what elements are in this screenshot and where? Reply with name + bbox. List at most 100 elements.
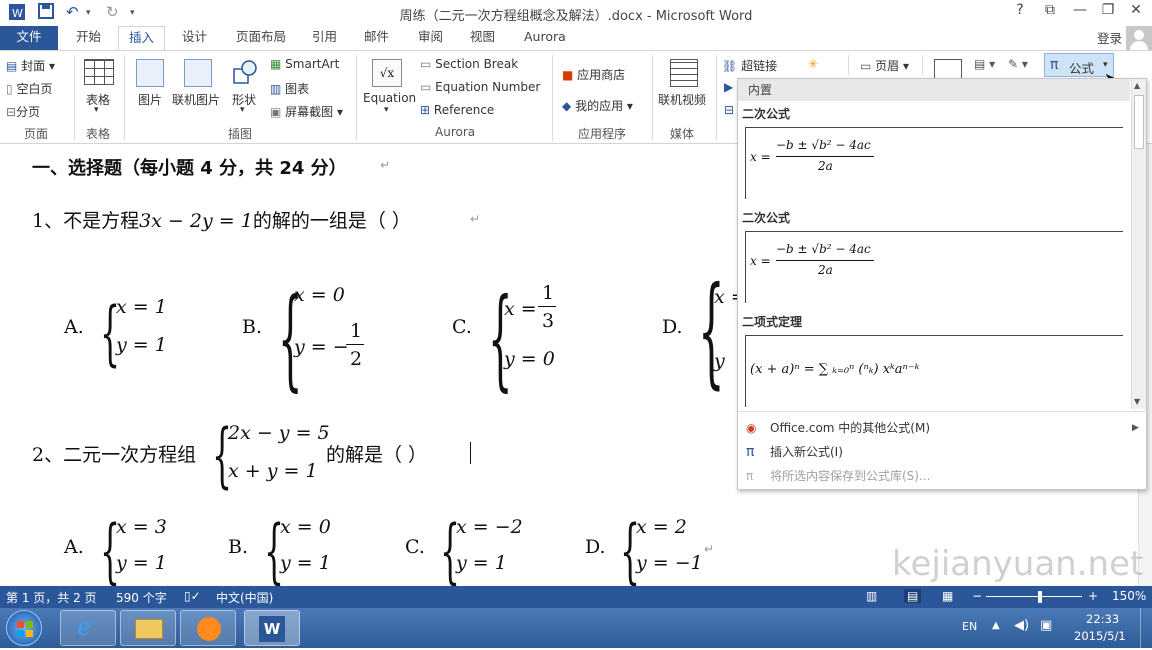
ribbon-tabs: 文件 开始 插入 设计 页面布局 引用 邮件 审阅 视图 Aurora 登录 — [0, 26, 1152, 52]
tab-references[interactable]: 引用 — [302, 26, 347, 50]
eq-numerator: −b ± √b² − 4ac — [776, 138, 871, 152]
tab-home[interactable]: 开始 — [66, 26, 111, 50]
language-indicator[interactable]: 中文(中国) — [216, 589, 273, 606]
zoom-out-button[interactable]: − — [972, 589, 982, 603]
q2-line1: 2x − y = 5 — [228, 422, 330, 444]
windows-logo-icon — [17, 621, 33, 637]
menu-insert-new-equation[interactable]: π 插入新公式(I) — [738, 441, 1146, 463]
quick-parts-icon[interactable]: ▤ ▾ — [974, 57, 995, 71]
smartart-button[interactable]: ▦ SmartArt — [270, 57, 339, 71]
online-picture-button[interactable]: 联机图片 — [172, 91, 220, 108]
zoom-in-button[interactable]: + — [1088, 589, 1098, 603]
taskbar-ie[interactable]: e — [60, 610, 116, 646]
input-language[interactable]: EN — [962, 620, 977, 633]
q1-suffix: 的解的一组是（ ） — [252, 210, 411, 232]
group-divider — [74, 55, 75, 141]
scroll-thumb[interactable] — [1134, 95, 1144, 149]
gallery-item-quadratic-2[interactable]: x = −b ± √b² − 4ac 2a — [745, 231, 1123, 303]
tab-review[interactable]: 审阅 — [408, 26, 453, 50]
header-button[interactable]: ▭ 页眉 ▾ — [860, 57, 909, 74]
gallery-item-title: 二项式定理 — [742, 315, 803, 329]
shapes-icon — [232, 59, 258, 85]
ribbon-display-button[interactable]: ⧉ — [1036, 2, 1064, 22]
q1-prefix: 1、不是方程 — [32, 210, 140, 232]
tab-aurora[interactable]: Aurora — [514, 26, 576, 50]
equation-number-icon: ▭ — [420, 80, 432, 94]
tab-insert[interactable]: 插入 — [118, 26, 166, 50]
equation-dropdown-icon: ▾ — [384, 105, 389, 115]
comment-icon[interactable]: ✳ — [808, 57, 818, 71]
zoom-slider-track[interactable] — [986, 596, 1082, 597]
page-count[interactable]: 第 1 页，共 2 页 — [6, 589, 97, 606]
page-break-button[interactable]: ⊟分页 — [6, 103, 40, 120]
gallery-item-title: 二次公式 — [742, 107, 791, 121]
reference-button[interactable]: ⊞ Reference — [420, 103, 494, 117]
group-divider — [922, 55, 923, 75]
tray-expand-icon[interactable]: ▲ — [992, 620, 1000, 631]
chart-button[interactable]: ▥ 图表 — [270, 80, 309, 97]
cover-page-button[interactable]: ▤ 封面 ▾ — [6, 57, 55, 74]
app-store-button[interactable]: ■ 应用商店 — [562, 66, 625, 83]
taskbar-word[interactable]: W — [244, 610, 300, 646]
section-heading: 一、选择题（每小题 4 分，共 24 分） — [32, 158, 347, 179]
blank-page-button[interactable]: ▯ 空白页 — [6, 80, 52, 97]
zoom-slider-thumb[interactable] — [1038, 591, 1042, 603]
zoom-level[interactable]: 150% — [1112, 589, 1146, 603]
read-mode-icon[interactable]: ▥ — [866, 589, 877, 603]
close-button[interactable]: ✕ — [1122, 2, 1150, 22]
q2-d-line2: y = −1 — [636, 552, 703, 574]
proofing-icon[interactable]: ▯✓ — [184, 589, 201, 603]
print-layout-icon[interactable]: ▤ — [904, 589, 922, 603]
word-count[interactable]: 590 个字 — [116, 589, 167, 606]
bookmark-icon[interactable]: ▶ — [724, 80, 733, 94]
web-layout-icon[interactable]: ▦ — [942, 589, 953, 603]
hyperlink-button[interactable]: ⛓ 超链接 — [722, 57, 777, 74]
taskbar-explorer[interactable] — [120, 610, 176, 646]
q1-b-line2: y = − — [294, 336, 349, 358]
aurora-equation-button[interactable]: Equation — [363, 91, 416, 105]
gallery-scrollbar[interactable]: ▲ ▼ — [1131, 79, 1146, 409]
volume-icon[interactable]: ◀) — [1014, 618, 1029, 633]
q1-b-frac-den: 2 — [350, 348, 363, 370]
tab-page-layout[interactable]: 页面布局 — [226, 26, 296, 50]
clock-date[interactable]: 2015/5/1 — [1074, 629, 1126, 643]
avatar[interactable] — [1126, 26, 1152, 52]
scroll-up-icon[interactable]: ▲ — [1134, 81, 1140, 90]
picture-button[interactable]: 图片 — [138, 91, 162, 108]
network-icon[interactable]: ▣ — [1040, 618, 1052, 633]
group-divider — [124, 55, 125, 141]
maximize-button[interactable]: ❐ — [1094, 2, 1122, 22]
q2-d-line1: x = 2 — [636, 516, 687, 538]
taskbar-media-player[interactable] — [180, 610, 236, 646]
minimize-button[interactable]: — — [1066, 2, 1094, 22]
text-box-icon[interactable] — [934, 59, 962, 79]
menu-more-equations[interactable]: ◉ Office.com 中的其他公式(M) ▶ — [738, 417, 1146, 439]
login-link[interactable]: 登录 — [1097, 28, 1122, 47]
group-divider — [716, 55, 717, 141]
tab-view[interactable]: 视图 — [460, 26, 505, 50]
gallery-item-title: 二次公式 — [742, 211, 791, 225]
show-desktop-button[interactable] — [1140, 608, 1152, 648]
screenshot-button[interactable]: ▣ 屏幕截图 ▾ — [270, 103, 343, 120]
q2-option-b-label: B. — [228, 536, 249, 558]
online-video-button[interactable]: 联机视频 — [658, 91, 706, 108]
tab-design[interactable]: 设计 — [172, 26, 217, 50]
tab-file[interactable]: 文件 — [0, 26, 58, 50]
help-button[interactable]: ? — [1006, 2, 1034, 22]
start-button[interactable] — [6, 610, 42, 646]
q1-c-frac-den: 3 — [542, 310, 555, 332]
tab-mailings[interactable]: 邮件 — [354, 26, 399, 50]
gallery-item-quadratic-1[interactable]: x = −b ± √b² − 4ac 2a — [745, 127, 1123, 199]
gallery-item-binomial[interactable]: (x + a)ⁿ = ∑ ₖ₌₀ⁿ (ⁿₖ) xᵏaⁿ⁻ᵏ — [745, 335, 1123, 407]
q1-option-a-label: A. — [64, 316, 84, 338]
table-dropdown-icon: ▾ — [94, 105, 99, 115]
my-apps-button[interactable]: ◆ 我的应用 ▾ — [562, 97, 633, 114]
word-icon: W — [259, 616, 285, 642]
clock-time[interactable]: 22:33 — [1086, 612, 1119, 626]
section-break-button[interactable]: ▭ Section Break — [420, 57, 518, 71]
menu-save-to-gallery: π 将所选内容保存到公式库(S)... — [738, 465, 1146, 487]
cross-reference-icon[interactable]: ⊟ — [724, 103, 734, 117]
equation-number-button[interactable]: ▭ Equation Number — [420, 80, 540, 94]
scroll-down-icon[interactable]: ▼ — [1134, 397, 1140, 406]
signature-icon[interactable]: ✎ ▾ — [1008, 57, 1028, 71]
